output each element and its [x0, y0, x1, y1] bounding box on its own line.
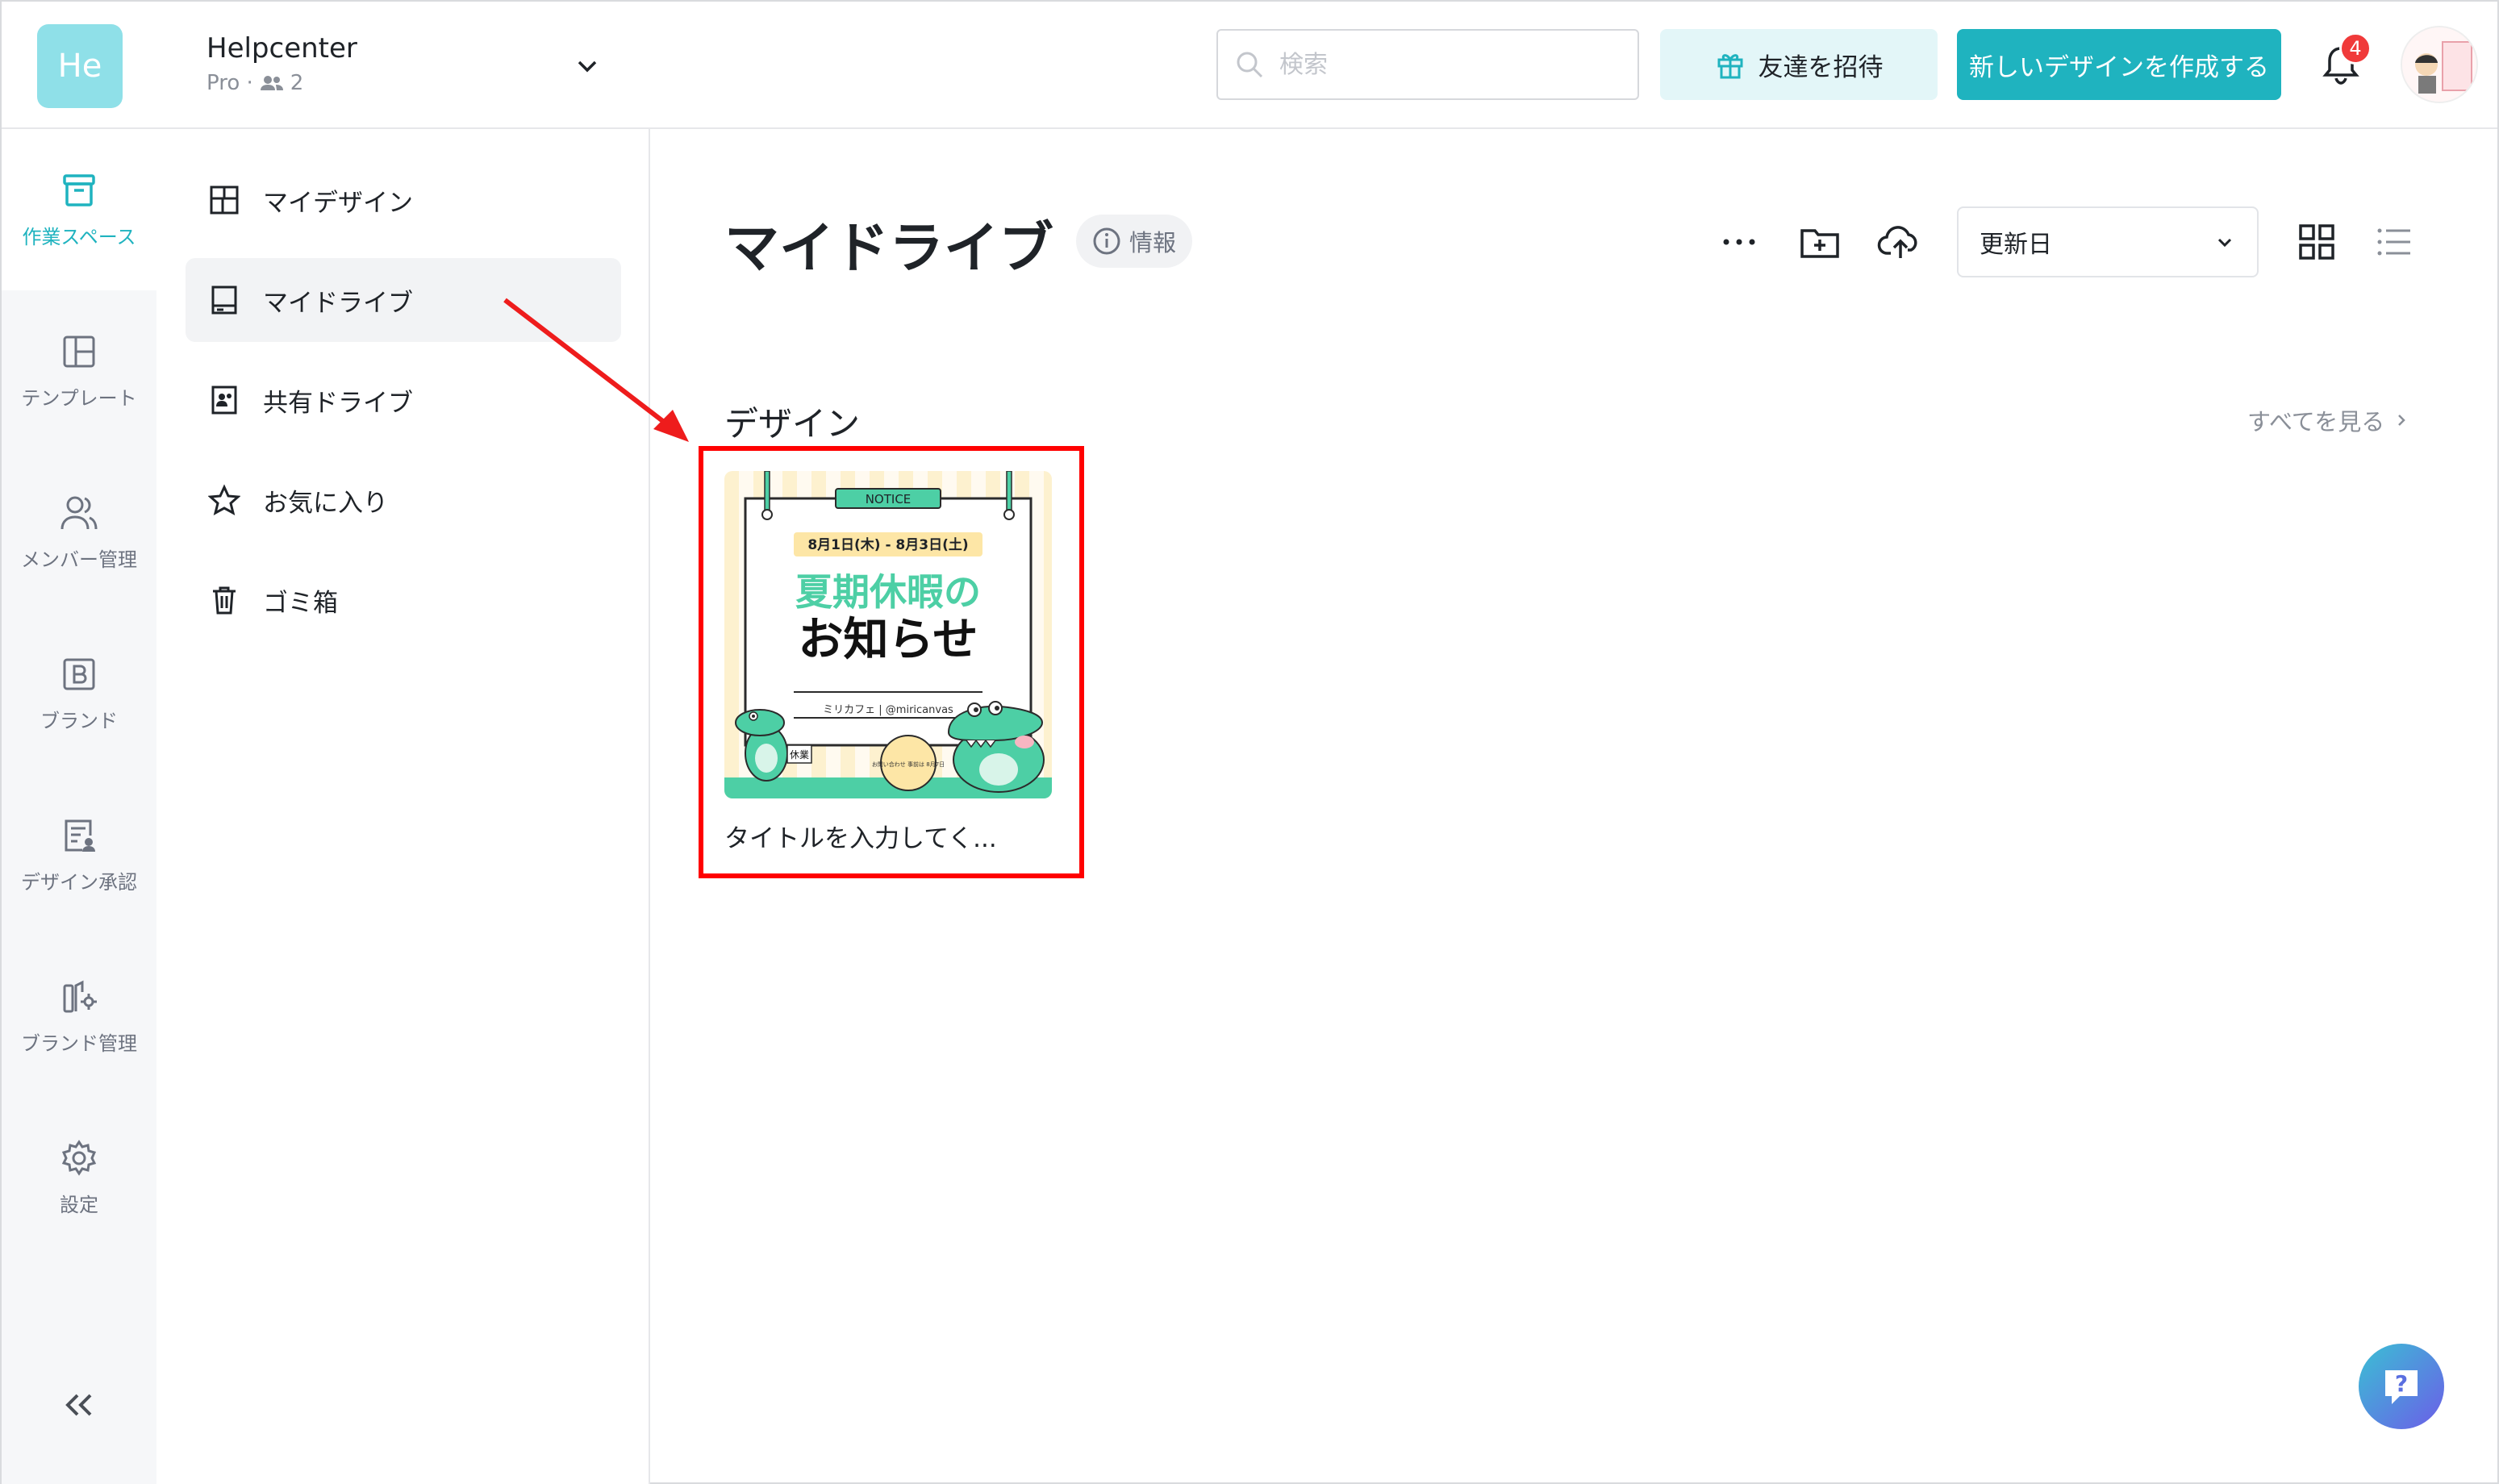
- rail-item-brand-management[interactable]: ブランド管理: [2, 936, 156, 1097]
- info-icon: [1093, 227, 1120, 255]
- rail-item-templates[interactable]: テンプレート: [2, 290, 156, 452]
- workspace-meta: Pro · 2: [207, 71, 303, 95]
- help-button[interactable]: ?: [2359, 1344, 2444, 1429]
- workspace-name[interactable]: Helpcenter: [207, 32, 357, 65]
- info-label: 情報: [1129, 229, 1177, 256]
- rail-label: ブランド管理: [21, 1032, 137, 1055]
- left-rail: 作業スペース テンプレート メンバー管理 ブランド デザイン承認 ブランド管理 …: [2, 129, 156, 1484]
- design-thumbnail[interactable]: NOTICE 8月1日(木) - 8月3日(土) 夏期休暇の お知らせ ミリカフ…: [724, 471, 1052, 798]
- svg-text:?: ?: [2395, 1370, 2408, 1397]
- grid-layout-icon: [210, 186, 239, 215]
- list-view-icon[interactable]: [2370, 218, 2418, 266]
- question-mark-icon: ?: [2385, 1370, 2418, 1404]
- design-title[interactable]: タイトルを入力してく...: [724, 818, 997, 854]
- top-header: He Helpcenter Pro · 2 検索 友達を招待 新しいデザインを作…: [2, 2, 2497, 129]
- info-button[interactable]: 情報: [1076, 215, 1193, 268]
- users-icon: [60, 496, 98, 529]
- more-options-icon[interactable]: [1715, 218, 1763, 266]
- grid-view-icon[interactable]: [2292, 218, 2341, 266]
- user-avatar[interactable]: [2401, 26, 2478, 103]
- nav-label: ゴミ箱: [263, 588, 338, 618]
- rail-item-settings[interactable]: 設定: [2, 1097, 156, 1258]
- search-icon: [1237, 52, 1263, 78]
- members-icon: [260, 76, 283, 90]
- rail-label: メンバー管理: [21, 548, 137, 571]
- drive-icon: [211, 286, 237, 315]
- workspace-avatar[interactable]: He: [37, 24, 123, 108]
- notice-poster: NOTICE 8月1日(木) - 8月3日(土) 夏期休暇の お知らせ ミリカフ…: [724, 471, 1052, 798]
- main-content: マイドライブ 情報 更新日 デザイン すべてを見る NOTICE 8月1日(木)…: [652, 129, 2499, 1484]
- archive-box-icon: [63, 173, 95, 206]
- search-input[interactable]: [1279, 50, 1618, 79]
- avatar-image: [2402, 27, 2476, 102]
- star-icon: [208, 484, 240, 515]
- create-design-button[interactable]: 新しいデザインを作成する: [1957, 29, 2281, 100]
- nav-item-favorites[interactable]: お気に入り: [186, 458, 621, 542]
- trash-icon: [213, 586, 236, 615]
- create-label: 新しいデザインを作成する: [1969, 52, 2269, 81]
- invite-label: 友達を招待: [1758, 52, 1884, 81]
- member-count: 2: [290, 71, 304, 95]
- approval-document-icon: [65, 819, 95, 852]
- brand-b-icon: [63, 658, 95, 690]
- notice-text: NOTICE: [866, 492, 912, 506]
- shared-drive-icon: [211, 386, 237, 415]
- rail-item-workspace[interactable]: 作業スペース: [2, 129, 156, 290]
- chevron-down-icon: [2217, 238, 2232, 248]
- rail-label: ブランド: [40, 709, 118, 732]
- headline-1: 夏期休暇の: [795, 570, 981, 614]
- gear-icon: [61, 1139, 97, 1176]
- page-title: マイドライブ: [724, 217, 1054, 281]
- section-title: デザイン: [724, 404, 861, 444]
- app-window: He Helpcenter Pro · 2 検索 友達を招待 新しいデザインを作…: [0, 0, 2499, 1484]
- rail-label: 設定: [60, 1193, 98, 1216]
- search-box[interactable]: [1216, 29, 1639, 100]
- see-all-link[interactable]: すべてを見る: [2247, 403, 2409, 437]
- new-folder-icon[interactable]: [1796, 218, 1844, 266]
- nav-item-my-designs[interactable]: マイデザイン: [186, 158, 621, 242]
- rail-item-brand[interactable]: ブランド: [2, 613, 156, 774]
- cloud-upload-icon[interactable]: [1876, 218, 1925, 266]
- chevron-right-icon: [2398, 415, 2406, 426]
- nav-label: お気に入り: [263, 488, 388, 518]
- nav-item-trash[interactable]: ゴミ箱: [186, 558, 621, 642]
- rail-label: デザイン承認: [21, 870, 137, 894]
- bubble-text: お問い合わせ 事前は 8月7日: [872, 761, 945, 768]
- rail-label: 作業スペース: [22, 225, 136, 248]
- see-all-label: すべてを見る: [2247, 408, 2385, 436]
- notification-badge: 4: [2339, 32, 2372, 65]
- dates-text: 8月1日(木) - 8月3日(土): [807, 536, 968, 553]
- plan-label: Pro ·: [207, 71, 253, 95]
- sort-dropdown[interactable]: 更新日: [1957, 206, 2259, 277]
- invite-friends-button[interactable]: 友達を招待: [1660, 29, 1938, 100]
- rail-item-design-approval[interactable]: デザイン承認: [2, 774, 156, 936]
- rail-label: テンプレート: [21, 386, 137, 410]
- design-card[interactable]: NOTICE 8月1日(木) - 8月3日(土) 夏期休暇の お知らせ ミリカフ…: [724, 471, 1057, 874]
- brand-settings-icon: [63, 980, 97, 1012]
- chevron-down-icon[interactable]: [571, 50, 603, 82]
- headline-2: お知らせ: [799, 614, 978, 666]
- nav-label: 共有ドライブ: [263, 388, 413, 418]
- nav-label: マイデザイン: [263, 188, 413, 218]
- gift-icon: [1717, 54, 1742, 79]
- template-layout-icon: [63, 336, 95, 367]
- rail-item-members[interactable]: メンバー管理: [2, 452, 156, 613]
- nav-label: マイドライブ: [263, 288, 413, 318]
- sort-value: 更新日: [1980, 231, 2052, 259]
- collapse-sidebar-icon[interactable]: [55, 1381, 103, 1429]
- brand-text: ミリカフェ | @miricanvas: [823, 704, 953, 716]
- sign-text: 休業: [790, 749, 809, 761]
